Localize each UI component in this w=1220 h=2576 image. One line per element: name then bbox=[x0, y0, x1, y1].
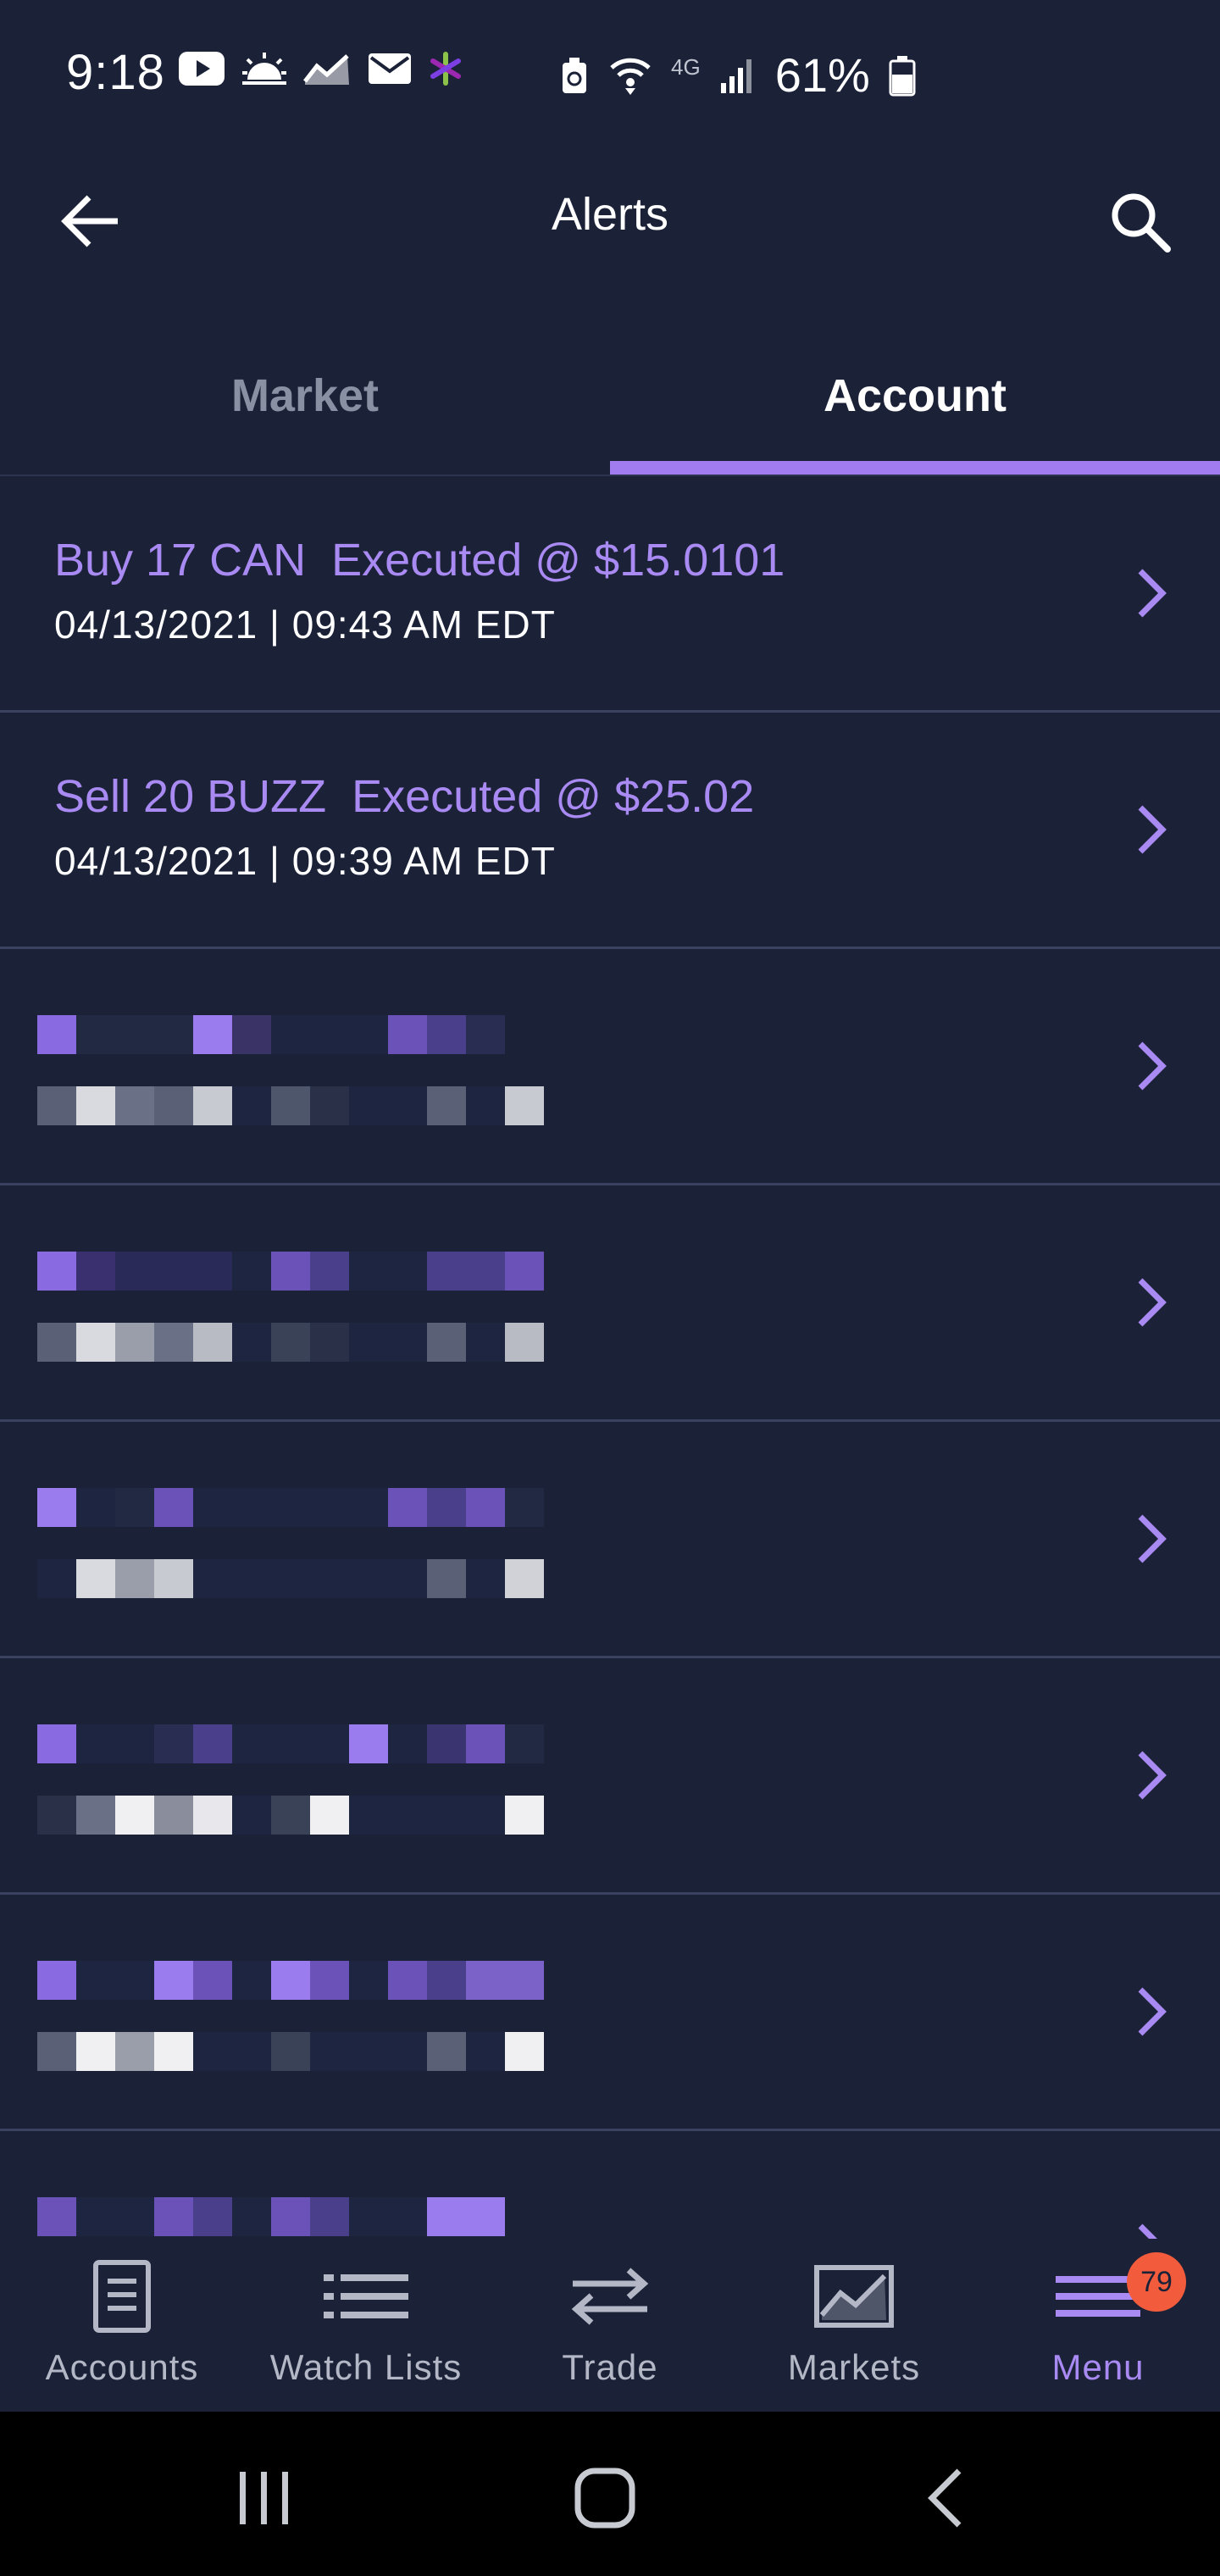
tab-market[interactable]: Market bbox=[0, 339, 610, 475]
nav-menu[interactable]: 79 Menu bbox=[976, 2239, 1220, 2412]
status-bar: 9:18 4G 61% bbox=[0, 0, 1220, 153]
redacted-alert-item[interactable] bbox=[0, 1895, 1220, 2131]
redacted-date bbox=[37, 2032, 544, 2071]
battery-icon bbox=[889, 55, 916, 96]
nav-label: Trade bbox=[562, 2347, 658, 2387]
chevron-right-icon bbox=[1138, 1514, 1167, 1563]
recent-apps-button[interactable] bbox=[222, 2456, 307, 2540]
page-title: Alerts bbox=[551, 189, 669, 240]
redacted-alert-item[interactable] bbox=[0, 1185, 1220, 1422]
battery-percent: 61% bbox=[774, 48, 870, 102]
nav-accounts[interactable]: Accounts bbox=[0, 2239, 244, 2412]
mail-icon bbox=[369, 53, 411, 84]
youtube-icon bbox=[179, 52, 225, 86]
system-status-icons: 4G 61% bbox=[559, 47, 916, 103]
document-icon bbox=[75, 2254, 169, 2339]
redacted-alert-item[interactable] bbox=[0, 1422, 1220, 1658]
alert-item[interactable]: Buy 17 CAN Executed @ $15.0101 04/13/202… bbox=[0, 476, 1220, 713]
nav-trade[interactable]: Trade bbox=[488, 2239, 732, 2412]
stocks-icon bbox=[303, 54, 349, 85]
redacted-title bbox=[37, 2197, 505, 2236]
redacted-alert-item[interactable] bbox=[0, 949, 1220, 1185]
redacted-alert-item[interactable] bbox=[0, 1658, 1220, 1895]
home-button[interactable] bbox=[563, 2456, 647, 2540]
app-bar: Alerts bbox=[0, 153, 1220, 280]
redacted-date bbox=[37, 1796, 544, 1835]
nav-markets[interactable]: Markets bbox=[732, 2239, 976, 2412]
battery-saver-icon bbox=[563, 57, 586, 93]
chevron-left-icon bbox=[928, 2468, 962, 2528]
redacted-title bbox=[37, 1961, 544, 2000]
list-icon bbox=[319, 2254, 413, 2339]
weather-sun-icon bbox=[242, 53, 286, 85]
signal-icon bbox=[720, 58, 751, 93]
alert-title: Buy 17 CAN Executed @ $15.0101 bbox=[54, 535, 785, 586]
nav-label: Menu bbox=[1051, 2347, 1145, 2387]
app-asterisk-icon bbox=[430, 52, 461, 86]
chevron-right-icon bbox=[1138, 1041, 1167, 1091]
alert-list: Buy 17 CAN Executed @ $15.0101 04/13/202… bbox=[0, 476, 1220, 2239]
notification-icons bbox=[178, 51, 463, 86]
redacted-title bbox=[37, 1724, 544, 1763]
tab-account[interactable]: Account bbox=[610, 339, 1220, 475]
wifi-icon bbox=[610, 58, 651, 95]
nav-label: Markets bbox=[787, 2347, 921, 2387]
redacted-title bbox=[37, 1488, 544, 1527]
alerts-screen: 9:18 4G 61% Alerts Market Account Buy 17… bbox=[0, 0, 1220, 2576]
chevron-right-icon bbox=[1138, 1278, 1167, 1327]
alert-item[interactable]: Sell 20 BUZZ Executed @ $25.02 04/13/202… bbox=[0, 713, 1220, 949]
redacted-date bbox=[37, 1559, 544, 1598]
redacted-title bbox=[37, 1015, 505, 1054]
nav-watch-lists[interactable]: Watch Lists bbox=[244, 2239, 488, 2412]
search-button[interactable] bbox=[1101, 183, 1178, 259]
chevron-right-icon bbox=[1138, 2223, 1157, 2239]
alert-title: Sell 20 BUZZ Executed @ $25.02 bbox=[54, 771, 755, 822]
alert-tabs: Market Account bbox=[0, 339, 1220, 475]
notification-badge: 79 bbox=[1127, 2252, 1186, 2312]
search-icon bbox=[1112, 193, 1171, 253]
redacted-alert-item[interactable] bbox=[0, 2131, 1220, 2239]
chevron-right-icon bbox=[1138, 1987, 1167, 2036]
chart-icon bbox=[807, 2254, 901, 2339]
chevron-right-icon bbox=[1138, 805, 1167, 854]
redacted-date bbox=[37, 1323, 544, 1362]
chevron-right-icon bbox=[1138, 1751, 1167, 1800]
redacted-title bbox=[37, 1252, 544, 1291]
redacted-date bbox=[37, 1086, 544, 1125]
swap-arrows-icon bbox=[563, 2254, 657, 2339]
alert-date: 04/13/2021 | 09:43 AM EDT bbox=[54, 602, 556, 647]
recent-apps-icon bbox=[240, 2472, 288, 2524]
bottom-nav: Accounts Watch Lists Trade Markets 79 Me… bbox=[0, 2239, 1220, 2412]
system-nav-bar bbox=[0, 2412, 1220, 2576]
status-time: 9:18 bbox=[66, 45, 165, 100]
nav-label: Accounts bbox=[45, 2347, 199, 2387]
alert-date: 04/13/2021 | 09:39 AM EDT bbox=[54, 839, 556, 883]
chevron-right-icon bbox=[1138, 569, 1167, 618]
nav-label: Watch Lists bbox=[269, 2347, 463, 2387]
network-type: 4G bbox=[671, 54, 701, 80]
system-back-button[interactable] bbox=[903, 2456, 988, 2540]
home-icon bbox=[574, 2468, 635, 2529]
